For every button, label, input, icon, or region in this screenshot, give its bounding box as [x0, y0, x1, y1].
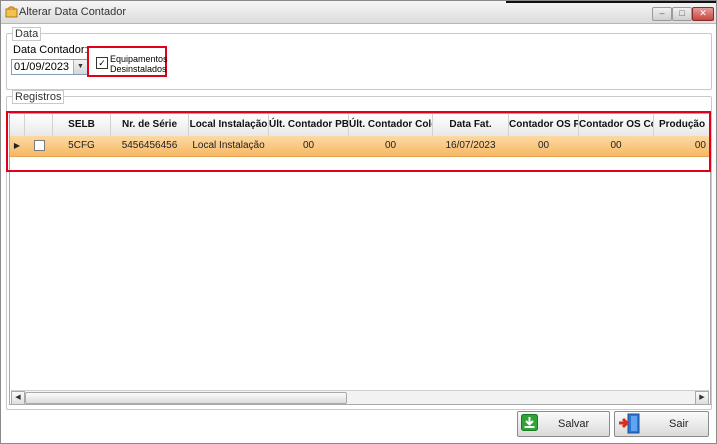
date-picker[interactable]: 01/09/2023 ▼ [11, 59, 88, 75]
maximize-button[interactable]: □ [672, 7, 692, 21]
save-button[interactable]: Salvar [517, 411, 610, 437]
checkbox-label-line1: Equipamentos [110, 54, 168, 64]
exit-button-label: Sair [669, 418, 689, 430]
minimize-button[interactable]: – [652, 7, 672, 21]
registros-group-legend: Registros [12, 90, 65, 104]
uninstalled-equipment-label: Equipamentos Desinstalados [110, 54, 168, 74]
save-button-label: Salvar [558, 418, 590, 430]
exit-button[interactable]: Sair [614, 411, 709, 437]
exit-door-icon [619, 413, 640, 434]
horizontal-scrollbar[interactable]: ◀ ▶ [11, 390, 709, 405]
app-icon [5, 6, 18, 18]
checkmark-icon: ✓ [98, 58, 106, 68]
grid-highlight-box [6, 111, 711, 172]
checkbox-label-line2: Desinstalados [110, 64, 167, 74]
main-window: Alterar Data Contador – □ ✕ Data Data Co… [0, 0, 717, 444]
scroll-right-icon[interactable]: ▶ [695, 391, 709, 405]
date-label: Data Contador: [13, 44, 88, 56]
title-bar: Alterar Data Contador – □ ✕ [1, 1, 716, 24]
save-icon [521, 414, 538, 431]
data-group-legend: Data [12, 27, 42, 41]
window-title: Alterar Data Contador [19, 6, 126, 18]
scroll-left-icon[interactable]: ◀ [11, 391, 25, 405]
scroll-thumb[interactable] [25, 392, 347, 404]
close-button[interactable]: ✕ [692, 7, 714, 21]
date-value: 01/09/2023 [14, 61, 70, 73]
dropdown-arrow-icon[interactable]: ▼ [73, 60, 87, 74]
uninstalled-equipment-checkbox[interactable]: ✓ [96, 57, 108, 69]
title-divider [506, 1, 716, 3]
